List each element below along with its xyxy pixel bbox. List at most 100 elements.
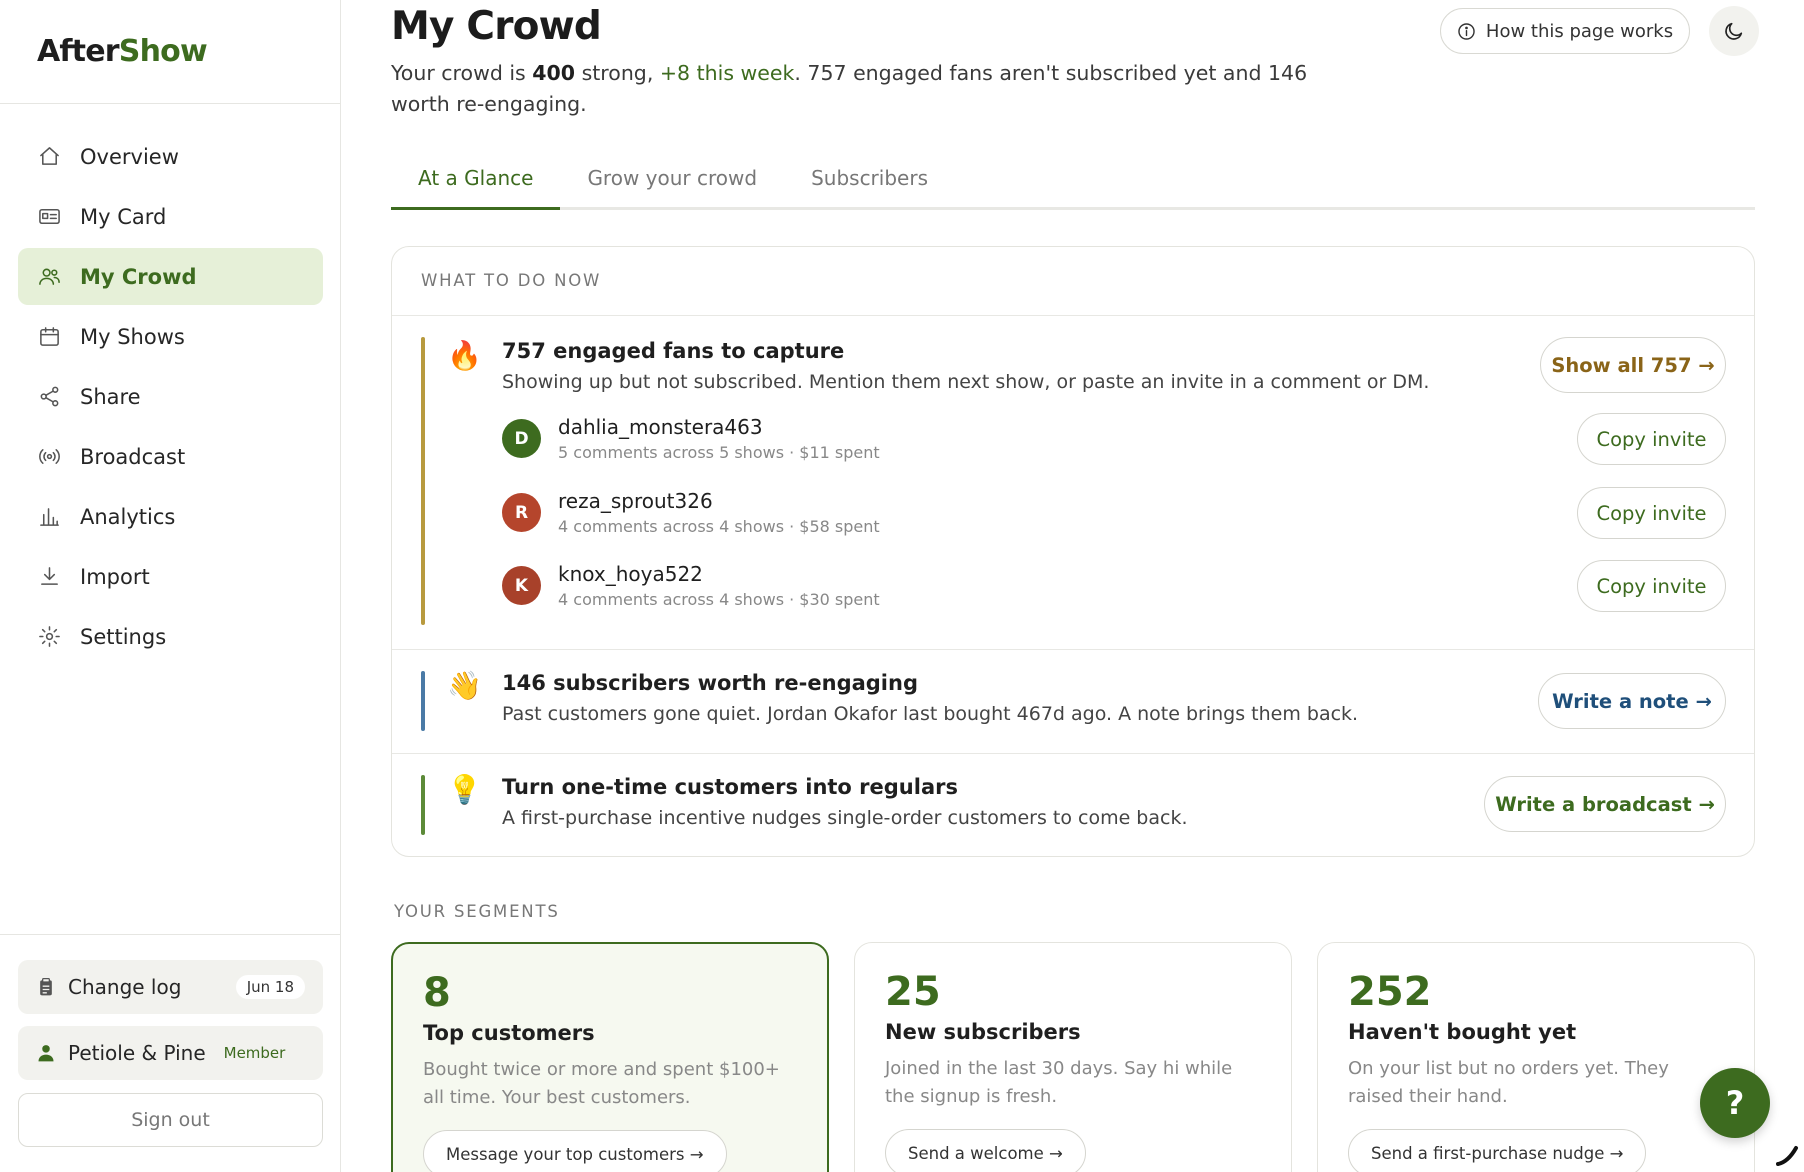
- sidebar-item-label: Analytics: [80, 504, 176, 529]
- segment-description: Joined in the last 30 days. Say hi while…: [885, 1058, 1233, 1107]
- changelog-date-badge: Jun 18: [235, 975, 305, 999]
- sidebar-item-label: My Crowd: [80, 264, 197, 289]
- page-title: My Crowd: [391, 4, 602, 49]
- sidebar-divider: [0, 103, 340, 104]
- segment-card-havent-bought-yet[interactable]: 252 Haven't bought yet On your list but …: [1317, 942, 1755, 1172]
- share-icon: [37, 385, 61, 409]
- copy-invite-button[interactable]: Copy invite: [1577, 413, 1726, 465]
- capture-fans-block: 🔥 757 engaged fans to capture Showing up…: [392, 315, 1754, 625]
- logo-text-show: Show: [118, 34, 208, 69]
- person-icon: [38, 1045, 54, 1062]
- sidebar-item-overview[interactable]: Overview: [18, 128, 323, 185]
- segment-title: Haven't bought yet: [1348, 1020, 1577, 1044]
- accent-bar: [421, 337, 425, 625]
- fire-icon: 🔥: [447, 339, 482, 372]
- sidebar-item-label: My Card: [80, 204, 167, 229]
- sidebar-item-label: Share: [80, 384, 141, 409]
- account-button[interactable]: Petiole & Pine Member: [18, 1026, 323, 1080]
- write-a-broadcast-button[interactable]: Write a broadcast →: [1484, 776, 1726, 832]
- list-item: D dahlia_monstera463 5 comments across 5…: [502, 411, 1702, 471]
- fan-meta: 4 comments across 4 shows · $58 spent: [558, 517, 880, 536]
- write-a-note-button[interactable]: Write a note →: [1538, 673, 1726, 729]
- segment-description: On your list but no orders yet. They rai…: [1348, 1058, 1669, 1107]
- sidebar-item-label: Settings: [80, 624, 167, 649]
- fan-name: dahlia_monstera463: [558, 415, 763, 439]
- how-button-label: How this page works: [1485, 20, 1674, 42]
- clipboard-icon: [40, 978, 52, 996]
- sidebar: AfterShow Overview My Card My Crowd My S…: [0, 0, 341, 1172]
- crowd-summary: Your crowd is 400 strong, +8 this week. …: [391, 58, 1351, 120]
- message-top-customers-button[interactable]: Message your top customers →: [423, 1130, 727, 1172]
- reengage-block: 👋 146 subscribers worth re-engaging Past…: [392, 649, 1754, 753]
- weekly-growth: +8 this week: [659, 61, 795, 85]
- fan-meta: 4 comments across 4 shows · $30 spent: [558, 590, 880, 609]
- waving-hand-icon: 👋: [447, 669, 482, 702]
- segment-card-top-customers[interactable]: 8 Top customers Bought twice or more and…: [391, 942, 829, 1172]
- tab-at-a-glance[interactable]: At a Glance: [391, 160, 561, 210]
- sidebar-item-my-card[interactable]: My Card: [18, 188, 323, 245]
- sidebar-item-label: Overview: [80, 144, 179, 169]
- sidebar-item-settings[interactable]: Settings: [18, 608, 323, 665]
- block-title: Turn one-time customers into regulars: [502, 775, 958, 799]
- users-icon: [37, 265, 61, 289]
- sidebar-bottom-divider: [0, 934, 340, 935]
- member-badge: Member: [223, 1044, 286, 1062]
- summary-mid: strong,: [575, 61, 660, 85]
- broadcast-icon: [37, 445, 61, 469]
- sidebar-item-import[interactable]: Import: [18, 548, 323, 605]
- dark-mode-toggle[interactable]: [1709, 6, 1759, 56]
- how-this-page-works-button[interactable]: How this page works: [1440, 8, 1690, 54]
- segment-count: 25: [885, 969, 941, 1015]
- info-icon: [1458, 22, 1475, 40]
- send-welcome-button[interactable]: Send a welcome →: [885, 1129, 1086, 1172]
- block-description: Past customers gone quiet. Jordan Okafor…: [502, 703, 1359, 725]
- block-description: A first-purchase incentive nudges single…: [502, 807, 1188, 829]
- avatar: D: [502, 419, 541, 458]
- changelog-button[interactable]: Change log Jun 18: [18, 960, 323, 1014]
- help-button[interactable]: ?: [1700, 1068, 1770, 1138]
- sidebar-item-label: Broadcast: [80, 444, 186, 469]
- show-all-fans-button[interactable]: Show all 757 →: [1540, 337, 1726, 393]
- account-name: Petiole & Pine: [68, 1041, 206, 1065]
- sidebar-item-analytics[interactable]: Analytics: [18, 488, 323, 545]
- segment-card-new-subscribers[interactable]: 25 New subscribers Joined in the last 30…: [854, 942, 1292, 1172]
- send-first-purchase-nudge-button[interactable]: Send a first-purchase nudge →: [1348, 1129, 1647, 1172]
- logo-text-after: After: [37, 34, 120, 69]
- sign-out-button[interactable]: Sign out: [18, 1093, 323, 1147]
- segment-count: 252: [1348, 969, 1432, 1015]
- bar-chart-icon: [37, 505, 61, 529]
- segment-title: Top customers: [423, 1021, 595, 1045]
- tab-grow-your-crowd[interactable]: Grow your crowd: [560, 160, 784, 210]
- block-description: Showing up but not subscribed. Mention t…: [502, 371, 1430, 393]
- section-heading: WHAT TO DO NOW: [421, 271, 602, 290]
- moon-icon: [1725, 22, 1743, 40]
- segment-description: Bought twice or more and spent $100+ all…: [423, 1059, 780, 1108]
- gear-icon: [37, 625, 61, 649]
- block-title: 146 subscribers worth re-engaging: [502, 671, 918, 695]
- crowd-count: 400: [532, 61, 576, 85]
- accent-bar: [421, 671, 425, 731]
- app-logo[interactable]: AfterShow: [37, 34, 208, 69]
- list-item: R reza_sprout326 4 comments across 4 sho…: [502, 485, 1702, 545]
- segments-heading: YOUR SEGMENTS: [394, 902, 560, 921]
- changelog-label: Change log: [68, 975, 182, 999]
- sidebar-item-my-shows[interactable]: My Shows: [18, 308, 323, 365]
- list-item: K knox_hoya522 4 comments across 4 shows…: [502, 558, 1702, 618]
- sidebar-item-broadcast[interactable]: Broadcast: [18, 428, 323, 485]
- lightbulb-icon: 💡: [447, 773, 482, 806]
- copy-invite-button[interactable]: Copy invite: [1577, 487, 1726, 539]
- tab-bar: At a Glance Grow your crowd Subscribers: [391, 160, 1755, 210]
- block-title: 757 engaged fans to capture: [502, 339, 845, 363]
- sidebar-item-label: Import: [80, 564, 150, 589]
- sidebar-item-share[interactable]: Share: [18, 368, 323, 425]
- segment-title: New subscribers: [885, 1020, 1081, 1044]
- summary-prefix: Your crowd is: [391, 61, 533, 85]
- fan-meta: 5 comments across 5 shows · $11 spent: [558, 443, 880, 462]
- copy-invite-button[interactable]: Copy invite: [1577, 560, 1726, 612]
- tab-subscribers[interactable]: Subscribers: [784, 160, 955, 210]
- home-icon: [37, 145, 61, 169]
- resize-handle-icon[interactable]: [1774, 1142, 1800, 1168]
- avatar: K: [502, 566, 541, 605]
- segment-count: 8: [423, 970, 451, 1016]
- sidebar-item-my-crowd[interactable]: My Crowd: [18, 248, 323, 305]
